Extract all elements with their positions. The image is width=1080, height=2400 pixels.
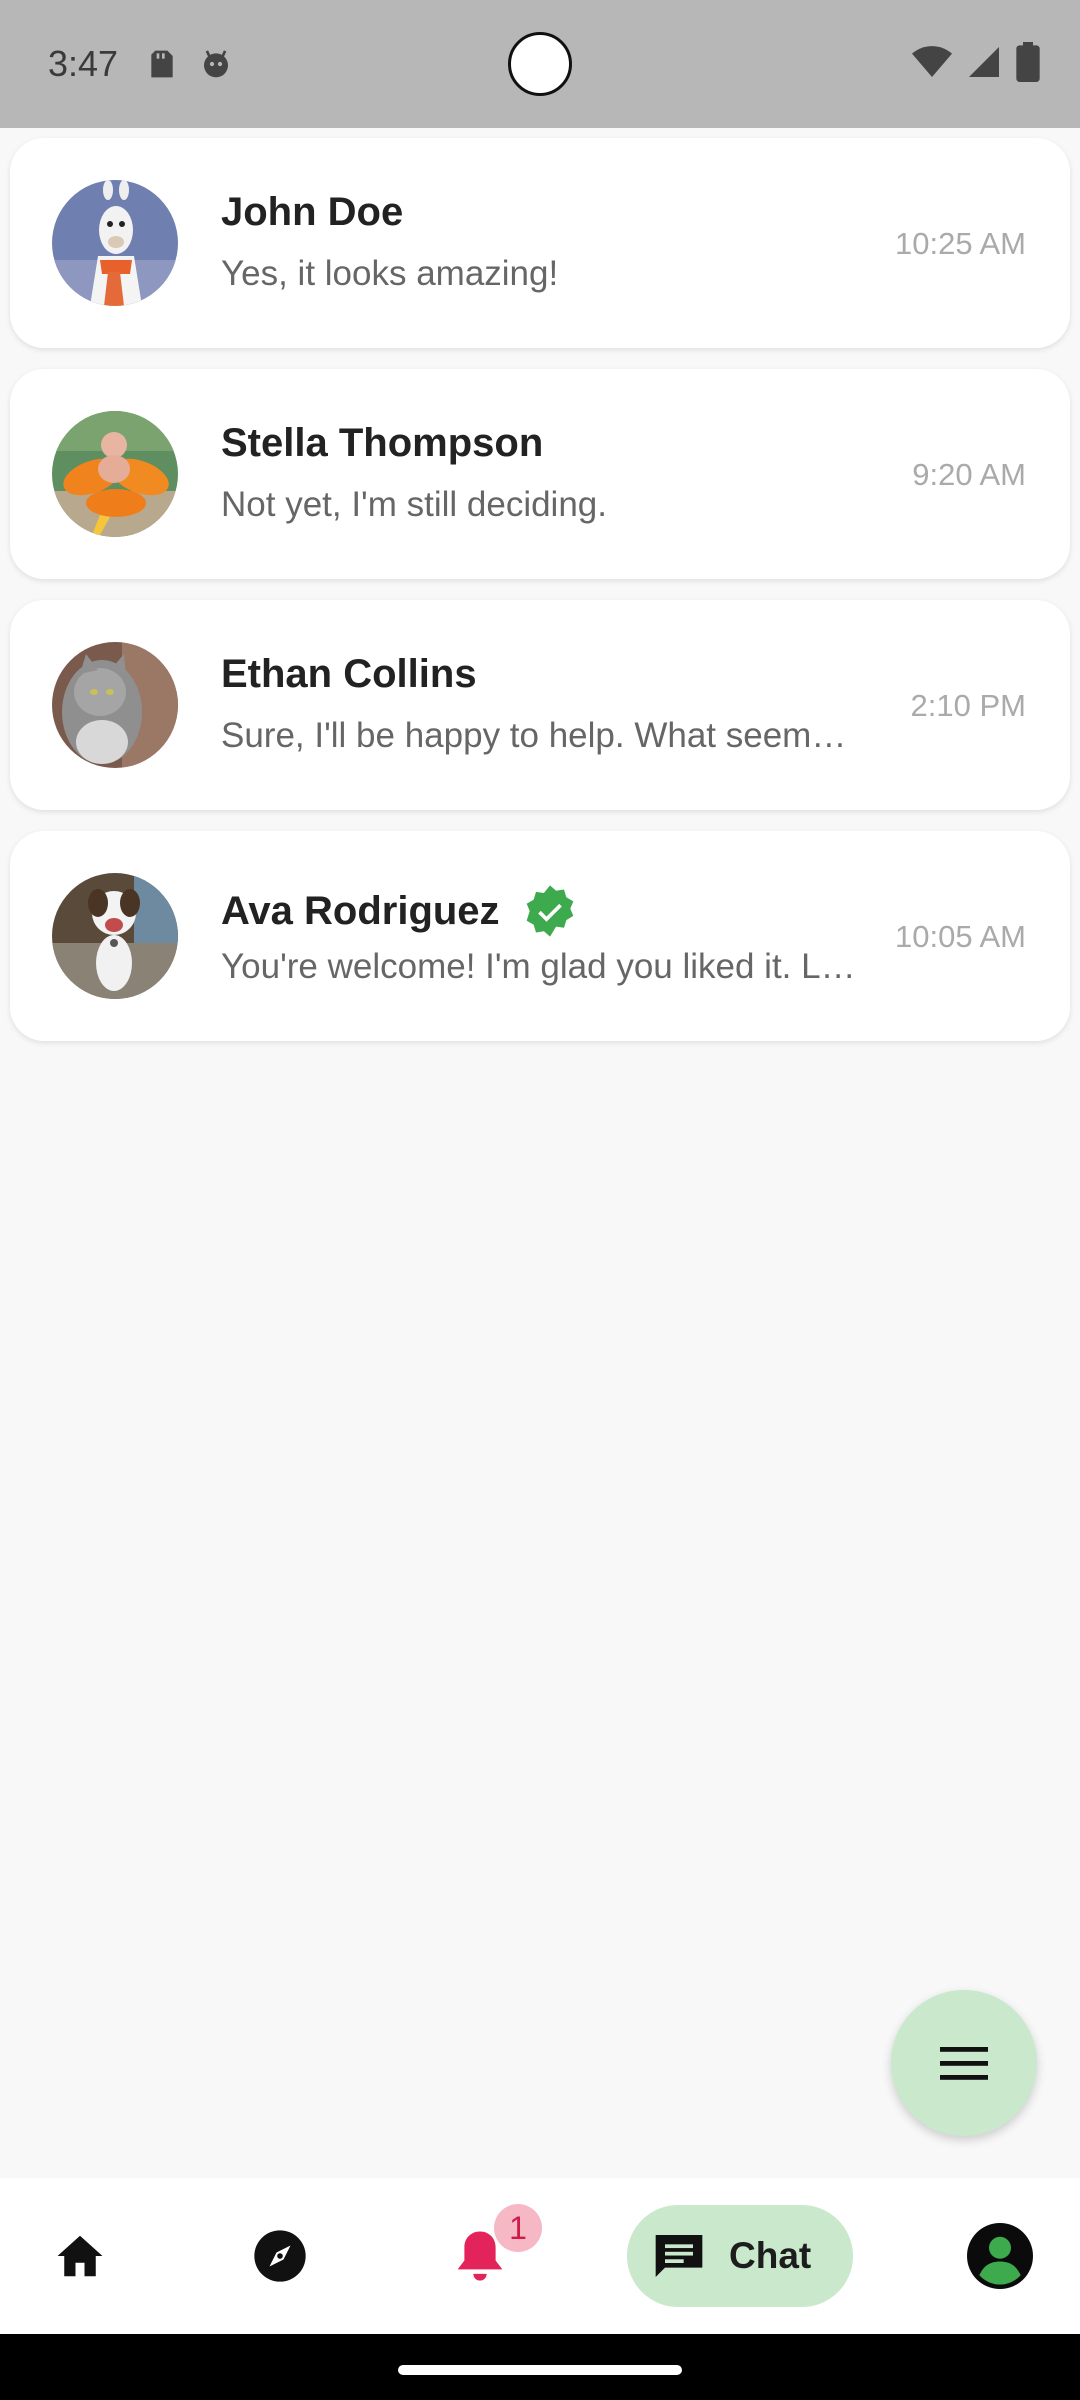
name-row: Ava Rodriguez [221,883,578,939]
home-gesture-handle[interactable] [398,2365,682,2375]
last-message: Sure, I'll be happy to help. What seems … [221,716,861,755]
android-debug-icon [204,50,229,78]
notification-count-badge: 1 [494,2204,542,2252]
last-message: Yes, it looks amazing! [221,254,559,293]
menu-icon [940,2047,988,2080]
screen: 3:47 John Doe Yes, it looks amazing! 10:… [0,0,1080,2400]
chat-item[interactable]: Stella Thompson Not yet, I'm still decid… [10,369,1070,579]
status-time: 3:47 [48,43,119,84]
chat-nav-label: Chat [729,2235,812,2276]
sd-card-icon [151,50,173,78]
contact-name: Stella Thompson [221,421,544,465]
message-time: 9:20 AM [912,457,1026,492]
chat-icon [655,2235,703,2277]
nav-explore-button[interactable] [240,2178,320,2334]
status-bar: 3:47 [0,0,1080,128]
llama-avatar [52,180,178,306]
contact-name: Ava Rodriguez [221,888,500,933]
bottom-navigation [0,2178,1080,2334]
message-time: 2:10 PM [910,688,1026,723]
compass-icon [254,2230,306,2282]
cat-avatar [52,642,178,768]
message-time: 10:05 AM [895,919,1026,954]
dog-avatar [52,873,178,999]
float-avatar [52,411,178,537]
name-row: Stella Thompson [221,421,543,466]
message-time: 10:25 AM [895,226,1026,261]
nav-profile-button[interactable] [960,2178,1040,2334]
camera-cutout [508,32,572,96]
cell-signal-icon [969,47,999,77]
name-row: Ethan Collins [221,652,477,697]
wifi-icon [912,46,952,77]
contact-name: John Doe [221,190,404,234]
last-message: Not yet, I'm still deciding. [221,485,607,524]
menu-fab-button[interactable] [891,1990,1037,2136]
profile-icon [967,2223,1033,2289]
contact-name: Ethan Collins [221,652,477,696]
status-icons [912,42,1040,82]
chat-item[interactable]: John Doe Yes, it looks amazing! 10:25 AM [10,138,1070,348]
nav-notifications-button[interactable] [440,2178,520,2334]
home-icon [57,2235,103,2277]
verified-badge-icon [526,885,573,937]
chat-item[interactable]: Ava Rodriguez You're welcome! I'm glad y… [10,831,1070,1041]
nav-home-button[interactable] [40,2178,120,2334]
battery-icon [1016,42,1040,82]
chat-list: John Doe Yes, it looks amazing! 10:25 AM [10,138,1070,1062]
name-row: John Doe [221,190,403,235]
last-message: You're welcome! I'm glad you liked it. L… [221,947,861,986]
nav-chat-button[interactable]: Chat [627,2205,853,2307]
chat-item[interactable]: Ethan Collins Sure, I'll be happy to hel… [10,600,1070,810]
